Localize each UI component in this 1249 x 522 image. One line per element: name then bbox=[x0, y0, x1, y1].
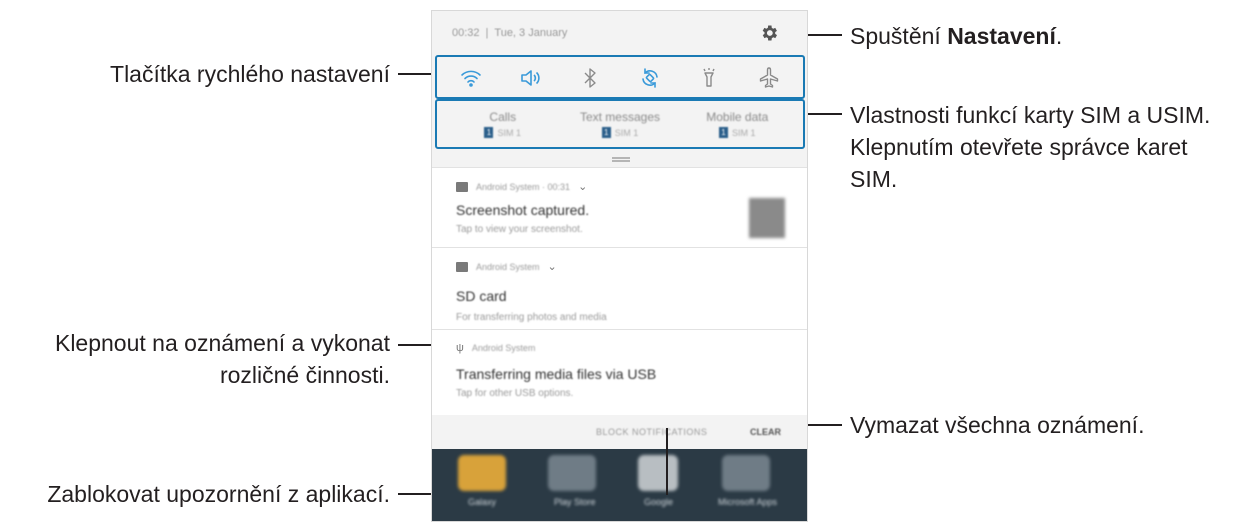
screenshot-thumbnail bbox=[749, 198, 785, 238]
wifi-icon[interactable] bbox=[458, 65, 484, 91]
notification-usb[interactable]: ψ Android System Transferring media file… bbox=[432, 329, 807, 415]
sim-data-label: SIM 1 bbox=[731, 127, 756, 138]
notification-title: Screenshot captured. bbox=[456, 202, 590, 218]
sim-badge: 1 bbox=[718, 127, 728, 138]
notification-panel: 00:32 | Tue, 3 January Calls 1 SIM 1 Tex… bbox=[431, 10, 808, 522]
notification-actions: BLOCK NOTIFICATIONS CLEAR bbox=[432, 415, 807, 449]
sim-text-messages[interactable]: Text messages 1 SIM 1 bbox=[562, 99, 678, 149]
quick-settings-row bbox=[435, 55, 805, 101]
notification-desc: Tap for other USB options. bbox=[456, 388, 574, 399]
callout-settings: Spuštění Nastavení. bbox=[850, 21, 1062, 51]
callout-notification-line1: Klepnout na oznámení a vykonat bbox=[54, 330, 390, 356]
notification-app-line: ψ Android System bbox=[456, 342, 535, 354]
callout-block: Zablokovat upozornění z aplikací. bbox=[47, 481, 390, 507]
home-app-microsoft[interactable] bbox=[722, 455, 770, 491]
callout-clear-all: Vymazat všechna oznámení. bbox=[850, 412, 1145, 438]
chevron-down-icon[interactable]: ⌄ bbox=[548, 260, 557, 273]
callout-notification-line2: rozličné činnosti. bbox=[219, 362, 390, 388]
sim-calls-sub: 1 SIM 1 bbox=[484, 127, 521, 138]
home-app-label: Microsoft Apps bbox=[718, 497, 778, 507]
sim-text-title: Text messages bbox=[579, 110, 661, 124]
airplane-mode-icon[interactable] bbox=[756, 65, 782, 91]
callout-sim-line1: Vlastnosti funkcí karty SIM a USIM. bbox=[850, 102, 1211, 128]
callout-sim-line3: SIM. bbox=[850, 166, 898, 192]
home-app-play-store[interactable] bbox=[548, 455, 596, 491]
notification-sd-card[interactable]: Android System ⌄ SD card For transferrin… bbox=[432, 247, 807, 329]
chevron-down-icon[interactable]: ⌄ bbox=[578, 180, 587, 193]
notification-app-name: Android System bbox=[471, 343, 536, 353]
home-app-label: Google bbox=[644, 497, 674, 507]
sim-badge: 1 bbox=[601, 127, 611, 138]
status-separator: | bbox=[485, 27, 489, 39]
auto-rotate-icon[interactable] bbox=[637, 65, 663, 91]
notification-desc: Tap to view your screenshot. bbox=[456, 224, 583, 235]
callout-sim-line2: Klepnutím otevřete správce karet bbox=[850, 134, 1188, 160]
notification-app-line: Android System · 00:31 ⌄ bbox=[456, 180, 587, 193]
home-app-galaxy[interactable] bbox=[458, 455, 506, 491]
sim-data-title: Mobile data bbox=[706, 110, 769, 124]
callout-settings-prefix: Spuštění bbox=[850, 23, 948, 49]
notification-screenshot[interactable]: Android System · 00:31 ⌄ Screenshot capt… bbox=[432, 167, 807, 247]
sim-calls[interactable]: Calls 1 SIM 1 bbox=[445, 99, 561, 149]
home-screen: Galaxy Play Store Google Microsoft Apps bbox=[432, 449, 807, 521]
home-app-label: Galaxy bbox=[468, 497, 497, 507]
callout-line-sim bbox=[806, 113, 842, 115]
sim-calls-title: Calls bbox=[489, 110, 517, 124]
callout-settings-suffix: . bbox=[1055, 23, 1063, 49]
status-row: 00:32 | Tue, 3 January bbox=[432, 11, 807, 55]
notification-title: Transferring media files via USB bbox=[456, 366, 657, 382]
notification-app-name: Android System bbox=[476, 261, 540, 272]
sim-data-sub: 1 SIM 1 bbox=[718, 127, 756, 138]
callout-notification: Klepnout na oznámení a vykonat rozličné … bbox=[0, 327, 390, 391]
block-notifications-button[interactable]: BLOCK NOTIFICATIONS bbox=[596, 427, 707, 437]
callout-sim: Vlastnosti funkcí karty SIM a USIM. Klep… bbox=[850, 99, 1210, 195]
sim-calls-label: SIM 1 bbox=[497, 127, 521, 138]
home-app-google[interactable] bbox=[638, 455, 678, 491]
notification-desc: For transferring photos and media bbox=[456, 312, 607, 323]
flashlight-icon[interactable] bbox=[696, 65, 722, 91]
notification-app-name: Android System · 00:31 bbox=[476, 181, 571, 192]
sim-text-label: SIM 1 bbox=[614, 127, 639, 138]
sim-row: Calls 1 SIM 1 Text messages 1 SIM 1 Mobile… bbox=[435, 99, 805, 149]
usb-icon: ψ bbox=[456, 342, 464, 354]
sound-icon[interactable] bbox=[517, 65, 543, 91]
status-time: 00:32 bbox=[452, 27, 480, 39]
status-date: Tue, 3 January bbox=[494, 27, 568, 39]
notification-app-line: Android System ⌄ bbox=[456, 260, 557, 273]
home-app-label: Play Store bbox=[554, 497, 596, 507]
image-icon bbox=[456, 181, 468, 192]
sim-mobile-data[interactable]: Mobile data 1 SIM 1 bbox=[680, 99, 796, 149]
settings-gear-icon[interactable] bbox=[759, 23, 779, 43]
sd-card-icon bbox=[456, 261, 468, 272]
sim-text-sub: 1 SIM 1 bbox=[601, 127, 639, 138]
sim-badge: 1 bbox=[484, 127, 494, 138]
drag-handle[interactable] bbox=[612, 157, 630, 162]
callout-line-block-v bbox=[666, 428, 668, 495]
bluetooth-icon[interactable] bbox=[577, 65, 603, 91]
callout-settings-bold: Nastavení bbox=[947, 23, 1056, 49]
notification-title: SD card bbox=[456, 288, 507, 304]
callout-quick-settings: Tlačítka rychlého nastavení bbox=[110, 61, 390, 87]
callout-line-quick-settings bbox=[398, 73, 433, 75]
clear-button[interactable]: CLEAR bbox=[750, 427, 781, 437]
